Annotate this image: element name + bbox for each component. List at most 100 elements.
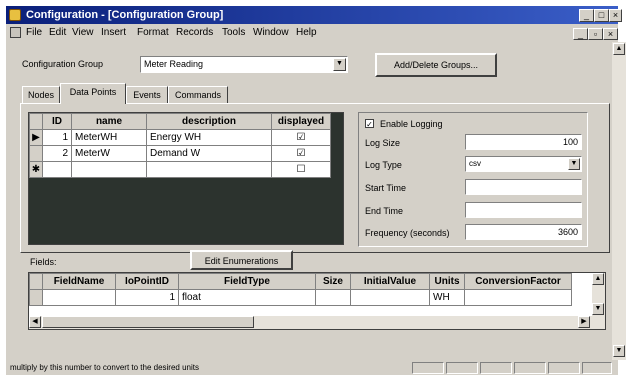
menu-file[interactable]: File	[26, 27, 42, 38]
col-header-name[interactable]: name	[71, 113, 147, 130]
enable-logging-checkbox[interactable]: ✓	[365, 119, 374, 129]
col-header-conversionfactor[interactable]: ConversionFactor	[464, 273, 572, 290]
scroll-up-icon[interactable]: ▲	[613, 43, 625, 55]
cell-description[interactable]: Energy WH	[146, 129, 272, 146]
cell-initialvalue[interactable]	[350, 289, 430, 306]
cell-iopointid[interactable]: 1	[115, 289, 179, 306]
table-row-new[interactable]: ✱ ☐	[29, 161, 331, 178]
document-icon[interactable]	[10, 27, 21, 38]
displayed-checkbox[interactable]: ☑	[271, 129, 331, 146]
cell-fieldname[interactable]	[42, 289, 116, 306]
new-row-icon[interactable]: ✱	[29, 161, 43, 178]
cell-description[interactable]	[146, 161, 272, 178]
log-size-label: Log Size	[365, 138, 401, 148]
frequency-field[interactable]: 3600	[465, 224, 582, 240]
status-panel	[514, 362, 546, 374]
col-header-fieldtype[interactable]: FieldType	[178, 273, 316, 290]
menu-edit[interactable]: Edit	[49, 27, 66, 38]
cell-name[interactable]: MeterWH	[71, 129, 147, 146]
scroll-left-icon[interactable]: ◀	[29, 316, 41, 328]
start-time-label: Start Time	[365, 183, 407, 193]
col-header-fieldname[interactable]: FieldName	[42, 273, 116, 290]
end-time-field[interactable]	[465, 202, 582, 218]
config-group-label: Configuration Group	[22, 59, 104, 69]
cell-id[interactable]: 2	[42, 145, 72, 162]
menu-window[interactable]: Window	[253, 27, 289, 38]
col-header-displayed[interactable]: displayed	[271, 113, 331, 130]
cell-description[interactable]: Demand W	[146, 145, 272, 162]
menu-help[interactable]: Help	[296, 27, 317, 38]
doc-minimize-button[interactable]: _	[573, 28, 588, 40]
window-titlebar[interactable]: Configuration - [Configuration Group]	[6, 6, 618, 24]
chevron-down-icon[interactable]: ▼	[333, 58, 346, 71]
edit-enumerations-button[interactable]: Edit Enumerations	[190, 250, 293, 270]
row-selector-icon[interactable]	[29, 145, 43, 162]
displayed-checkbox[interactable]: ☑	[271, 145, 331, 162]
close-button[interactable]: ×	[609, 9, 622, 22]
start-time-field[interactable]	[465, 179, 582, 195]
scroll-right-icon[interactable]: ▶	[578, 316, 590, 328]
tab-commands[interactable]: Commands	[168, 86, 228, 104]
horizontal-scroll-thumb[interactable]	[42, 316, 254, 328]
menu-insert[interactable]: Insert	[101, 27, 126, 38]
grid-corner	[29, 273, 43, 290]
col-header-size[interactable]: Size	[315, 273, 351, 290]
log-type-value: csv	[469, 159, 481, 168]
log-type-label: Log Type	[365, 160, 402, 170]
menu-view[interactable]: View	[72, 27, 94, 38]
cell-size[interactable]	[315, 289, 351, 306]
scroll-up-icon[interactable]: ▲	[592, 273, 604, 285]
app-icon[interactable]	[9, 9, 21, 21]
fields-label: Fields:	[30, 257, 57, 267]
status-panel	[446, 362, 478, 374]
cell-name[interactable]: MeterW	[71, 145, 147, 162]
window-title: Configuration - [Configuration Group]	[26, 9, 224, 21]
doc-close-button[interactable]: ×	[603, 28, 618, 40]
minimize-button[interactable]: _	[579, 9, 594, 22]
menu-records[interactable]: Records	[176, 27, 213, 38]
status-panel	[548, 362, 580, 374]
cell-id[interactable]	[42, 161, 72, 178]
scroll-down-icon[interactable]: ▼	[613, 345, 625, 357]
col-header-iopointid[interactable]: IoPointID	[115, 273, 179, 290]
cell-id[interactable]: 1	[42, 129, 72, 146]
cell-conversionfactor[interactable]	[464, 289, 572, 306]
config-group-value: Meter Reading	[144, 59, 204, 69]
cell-units[interactable]: WH	[429, 289, 465, 306]
col-header-description[interactable]: description	[146, 113, 272, 130]
tab-nodes[interactable]: Nodes	[22, 86, 60, 104]
maximize-button[interactable]: □	[594, 9, 609, 22]
window-vertical-scrollbar[interactable]	[612, 42, 626, 360]
log-size-field[interactable]: 100	[465, 134, 582, 150]
col-header-units[interactable]: Units	[429, 273, 465, 290]
tab-events[interactable]: Events	[126, 86, 168, 104]
add-delete-groups-button[interactable]: Add/Delete Groups...	[375, 53, 497, 77]
config-group-combo[interactable]: Meter Reading ▼	[140, 56, 348, 73]
displayed-checkbox[interactable]: ☐	[271, 161, 331, 178]
table-row[interactable]: 1 float WH	[29, 289, 572, 306]
tab-data-points[interactable]: Data Points	[60, 83, 126, 104]
grid-corner	[29, 113, 43, 130]
col-header-id[interactable]: ID	[42, 113, 72, 130]
enable-logging-label: Enable Logging	[380, 119, 443, 129]
end-time-label: End Time	[365, 206, 404, 216]
status-panel	[480, 362, 512, 374]
scroll-down-icon[interactable]: ▼	[592, 303, 604, 315]
log-type-combo[interactable]: csv ▼	[465, 156, 582, 172]
menu-format[interactable]: Format	[137, 27, 169, 38]
row-selector-icon[interactable]: ▶	[29, 129, 43, 146]
status-panel	[582, 362, 612, 374]
doc-restore-button[interactable]: ▫	[588, 28, 603, 40]
row-selector-icon[interactable]	[29, 289, 43, 306]
col-header-initialvalue[interactable]: InitialValue	[350, 273, 430, 290]
table-row[interactable]: ▶ 1 MeterWH Energy WH ☑	[29, 129, 331, 146]
cell-fieldtype[interactable]: float	[178, 289, 316, 306]
table-row[interactable]: 2 MeterW Demand W ☑	[29, 145, 331, 162]
cell-name[interactable]	[71, 161, 147, 178]
frequency-label: Frequency (seconds)	[365, 228, 450, 238]
chevron-down-icon[interactable]: ▼	[568, 158, 580, 170]
menu-tools[interactable]: Tools	[222, 27, 245, 38]
status-panel	[412, 362, 444, 374]
data-points-grid[interactable]: ID name description displayed ▶ 1 MeterW…	[28, 112, 344, 245]
status-text: multiply by this number to convert to th…	[10, 363, 199, 372]
